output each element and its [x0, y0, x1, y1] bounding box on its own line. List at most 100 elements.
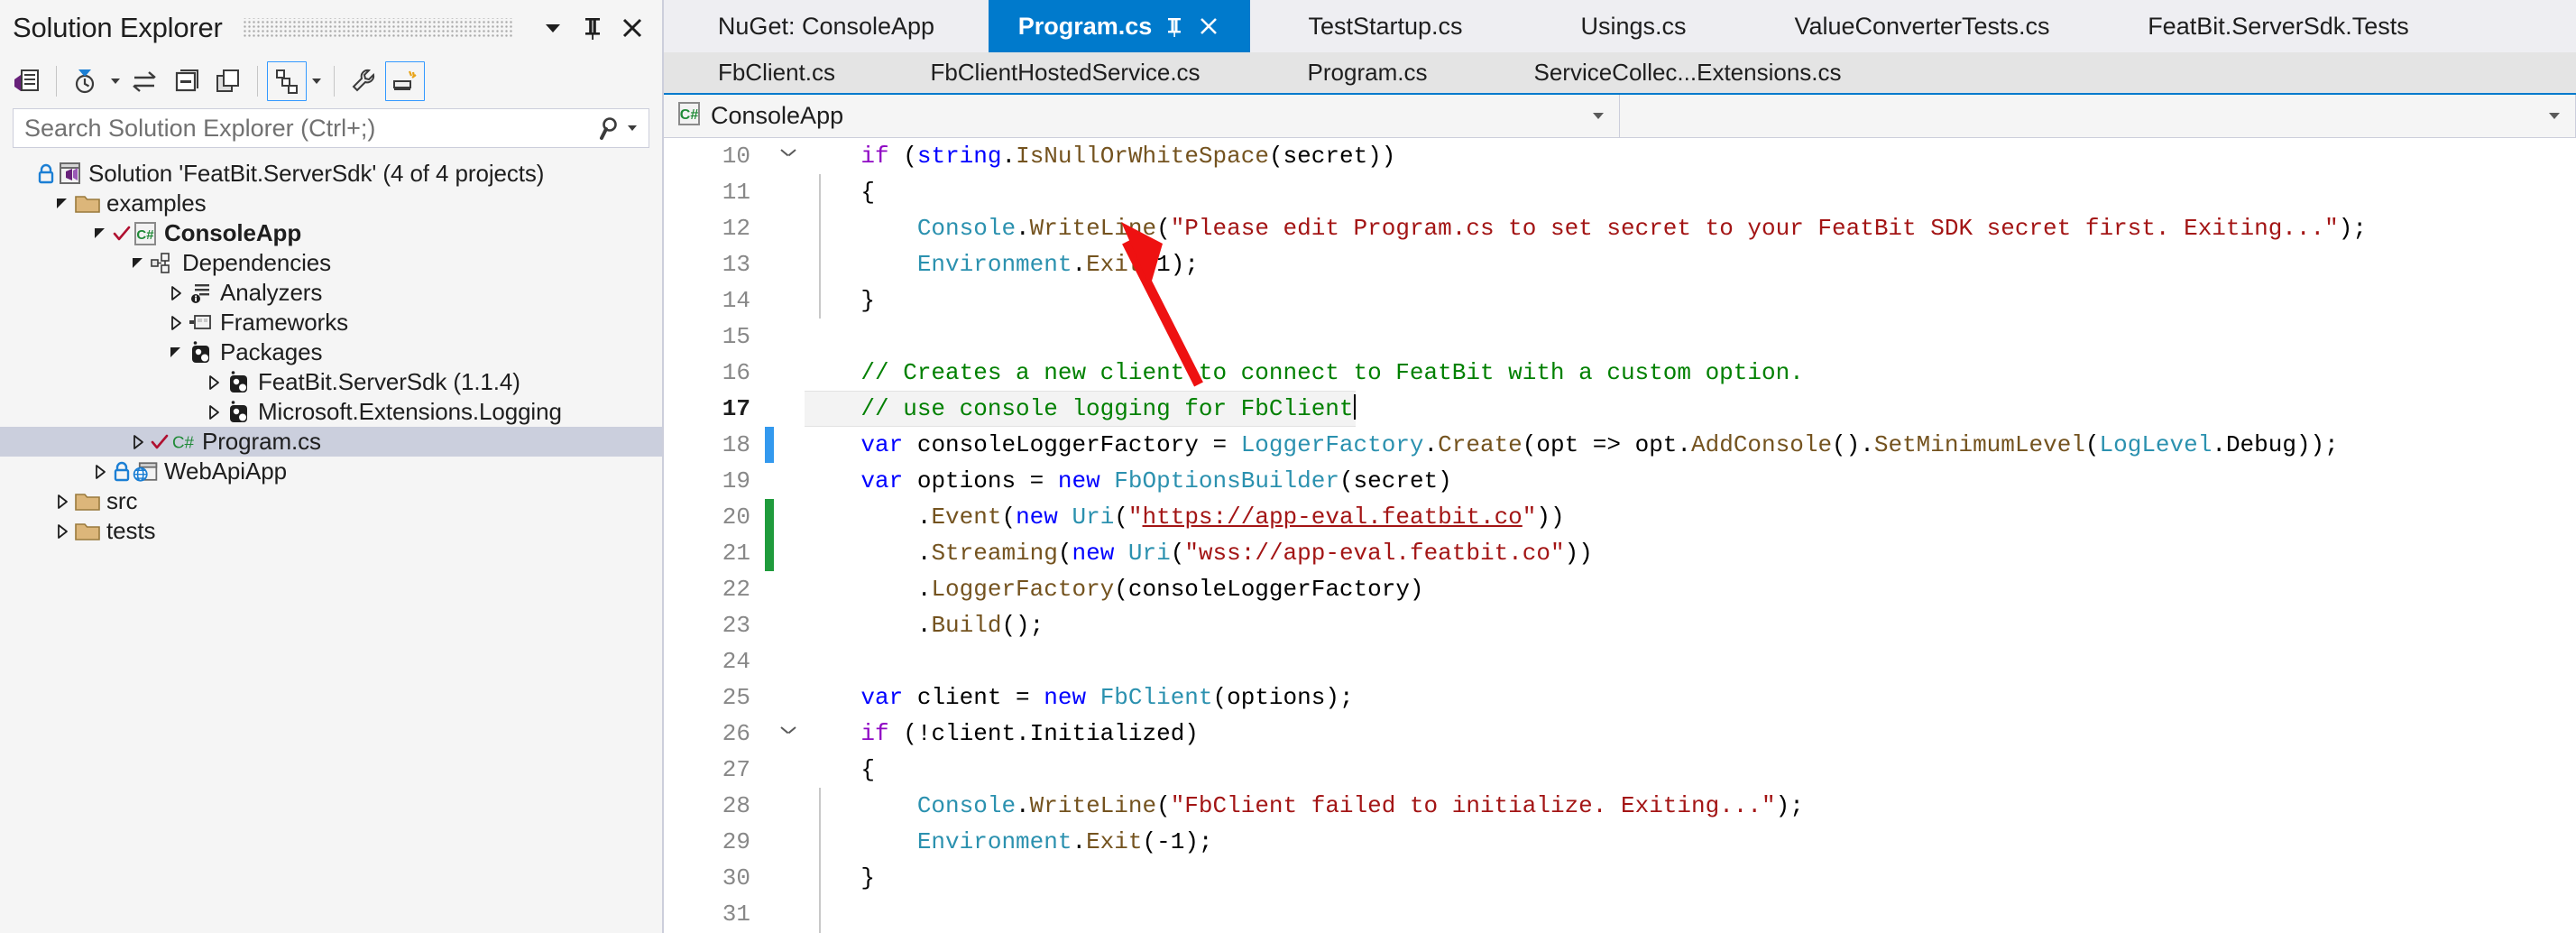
project-selector-dropdown[interactable]: C# ConsoleApp: [664, 95, 1620, 137]
tab-program-cs[interactable]: Program.cs: [989, 0, 1250, 52]
solution-explorer-home-button[interactable]: [7, 61, 47, 101]
code-line[interactable]: 17 // use console logging for FbClient: [664, 391, 2576, 427]
chevron-collapsed-icon[interactable]: [51, 486, 74, 516]
code-line-text[interactable]: .Build();: [805, 607, 1044, 643]
tab-nuget-consoleapp[interactable]: NuGet: ConsoleApp: [664, 0, 989, 52]
fold-toggle-icon[interactable]: [774, 138, 805, 174]
code-line-text[interactable]: // use console logging for FbClient: [805, 391, 1356, 427]
code-line-text[interactable]: // Creates a new client to connect to Fe…: [805, 355, 1803, 391]
code-line[interactable]: 10 if (string.IsNullOrWhiteSpace(secret)…: [664, 138, 2576, 174]
code-line-text[interactable]: {: [805, 174, 875, 210]
tree-item-dependencies[interactable]: Dependencies: [0, 248, 662, 278]
code-line[interactable]: 14 }: [664, 282, 2576, 319]
tree-item-webapiapp[interactable]: WebApiApp: [0, 457, 662, 486]
code-line-text[interactable]: Console.WriteLine("Please edit Program.c…: [805, 210, 2367, 246]
member-selector-dropdown[interactable]: [1620, 95, 2576, 137]
tree-item-tests[interactable]: tests: [0, 516, 662, 546]
sync-with-active-document-button[interactable]: [125, 61, 165, 101]
tree-item-analyzers[interactable]: Analyzers: [0, 278, 662, 308]
search-input[interactable]: [24, 114, 598, 143]
code-line[interactable]: 19 var options = new FbOptionsBuilder(se…: [664, 463, 2576, 499]
tree-item-featbit-serversdk-1-1-4[interactable]: FeatBit.ServerSdk (1.1.4): [0, 367, 662, 397]
chevron-down-icon[interactable]: [2544, 95, 2564, 137]
tab-fbclient-cs[interactable]: FbClient.cs: [664, 52, 889, 93]
chevron-expanded-icon[interactable]: [88, 218, 112, 248]
close-icon[interactable]: [1197, 14, 1220, 38]
properties-button[interactable]: [344, 61, 383, 101]
chevron-collapsed-icon[interactable]: [88, 457, 112, 486]
preview-selected-items-button[interactable]: [267, 61, 307, 101]
code-line-text[interactable]: .Streaming(new Uri("wss://app-eval.featb…: [805, 535, 1593, 571]
code-line-text[interactable]: if (string.IsNullOrWhiteSpace(secret)): [805, 138, 1395, 174]
window-dropdown-button[interactable]: [538, 10, 568, 46]
tab-teststartup-cs[interactable]: TestStartup.cs: [1250, 0, 1521, 52]
code-line-text[interactable]: }: [805, 860, 875, 896]
search-options-caret[interactable]: [625, 115, 639, 142]
tab-servicecollec-extensions-cs[interactable]: ServiceCollec...Extensions.cs: [1494, 52, 1881, 93]
chevron-collapsed-icon[interactable]: [51, 516, 74, 546]
view-designer-button[interactable]: [385, 61, 425, 101]
code-line[interactable]: 18 var consoleLoggerFactory = LoggerFact…: [664, 427, 2576, 463]
code-line-text[interactable]: Console.WriteLine("FbClient failed to in…: [805, 788, 1804, 824]
code-line[interactable]: 28 Console.WriteLine("FbClient failed to…: [664, 788, 2576, 824]
close-button[interactable]: [617, 10, 648, 46]
chevron-expanded-icon[interactable]: [164, 337, 188, 367]
pending-changes-dropdown-caret[interactable]: [107, 61, 124, 101]
tree-item-packages[interactable]: Packages: [0, 337, 662, 367]
code-line[interactable]: 23 .Build();: [664, 607, 2576, 643]
code-line[interactable]: 13 Environment.Exit(1);: [664, 246, 2576, 282]
code-line[interactable]: 24: [664, 643, 2576, 679]
pin-icon[interactable]: [1163, 14, 1186, 38]
code-line[interactable]: 30 }: [664, 860, 2576, 896]
tree-item-frameworks[interactable]: Frameworks: [0, 308, 662, 337]
code-line-text[interactable]: if (!client.Initialized): [805, 716, 1198, 752]
tab-featbit-serversdk-tests[interactable]: FeatBit.ServerSdk.Tests: [2098, 0, 2459, 52]
pending-changes-filter-button[interactable]: [66, 61, 106, 101]
search-solution-explorer-box[interactable]: [13, 108, 649, 148]
code-line-text[interactable]: .Event(new Uri("https://app-eval.featbit…: [805, 499, 1565, 535]
code-line-text[interactable]: }: [805, 282, 875, 319]
code-line[interactable]: 31: [664, 896, 2576, 932]
tree-item-solution-featbit-serversdk-4-of-4-projects[interactable]: Solution 'FeatBit.ServerSdk' (4 of 4 pro…: [0, 159, 662, 189]
search-icon[interactable]: [598, 115, 625, 142]
code-line[interactable]: 21 .Streaming(new Uri("wss://app-eval.fe…: [664, 535, 2576, 571]
code-line-text[interactable]: var consoleLoggerFactory = LoggerFactory…: [805, 427, 2338, 463]
tree-item-consoleapp[interactable]: C# ConsoleApp: [0, 218, 662, 248]
chevron-down-icon[interactable]: [1588, 95, 1608, 137]
code-line[interactable]: 15: [664, 319, 2576, 355]
chevron-collapsed-icon[interactable]: [202, 397, 225, 427]
solution-tree[interactable]: Solution 'FeatBit.ServerSdk' (4 of 4 pro…: [0, 159, 662, 933]
tree-item-program-cs[interactable]: C# Program.cs: [0, 427, 662, 457]
tab-usings-cs[interactable]: Usings.cs: [1521, 0, 1746, 52]
code-line-text[interactable]: Environment.Exit(1);: [805, 246, 1199, 282]
preview-items-dropdown-caret[interactable]: [308, 61, 325, 101]
code-line[interactable]: 22 .LoggerFactory(consoleLoggerFactory): [664, 571, 2576, 607]
collapse-all-button[interactable]: [167, 61, 207, 101]
tree-item-microsoft-extensions-logging[interactable]: Microsoft.Extensions.Logging: [0, 397, 662, 427]
code-line-text[interactable]: Environment.Exit(-1);: [805, 824, 1213, 860]
code-line[interactable]: 20 .Event(new Uri("https://app-eval.feat…: [664, 499, 2576, 535]
chevron-collapsed-icon[interactable]: [164, 278, 188, 308]
code-editor-surface[interactable]: 10 if (string.IsNullOrWhiteSpace(secret)…: [664, 138, 2576, 933]
chevron-collapsed-icon[interactable]: [126, 427, 150, 457]
chevron-expanded-icon[interactable]: [126, 248, 150, 278]
code-line[interactable]: 12 Console.WriteLine("Please edit Progra…: [664, 210, 2576, 246]
code-line-text[interactable]: var options = new FbOptionsBuilder(secre…: [805, 463, 1451, 499]
tree-item-examples[interactable]: examples: [0, 189, 662, 218]
tree-item-src[interactable]: src: [0, 486, 662, 516]
code-line[interactable]: 11 {: [664, 174, 2576, 210]
code-line[interactable]: 27 {: [664, 752, 2576, 788]
chevron-collapsed-icon[interactable]: [202, 367, 225, 397]
code-line[interactable]: 16 // Creates a new client to connect to…: [664, 355, 2576, 391]
fold-toggle-icon[interactable]: [774, 716, 805, 752]
code-line[interactable]: 26 if (!client.Initialized): [664, 716, 2576, 752]
code-line-text[interactable]: .LoggerFactory(consoleLoggerFactory): [805, 571, 1424, 607]
tab-valueconvertertests-cs[interactable]: ValueConverterTests.cs: [1746, 0, 2098, 52]
chevron-collapsed-icon[interactable]: [164, 308, 188, 337]
code-line[interactable]: 25 var client = new FbClient(options);: [664, 679, 2576, 716]
pin-button[interactable]: [577, 10, 608, 46]
code-line-text[interactable]: var client = new FbClient(options);: [805, 679, 1353, 716]
tab-fbclienthostedservice-cs[interactable]: FbClientHostedService.cs: [889, 52, 1241, 93]
chevron-expanded-icon[interactable]: [51, 189, 74, 218]
code-line[interactable]: 29 Environment.Exit(-1);: [664, 824, 2576, 860]
